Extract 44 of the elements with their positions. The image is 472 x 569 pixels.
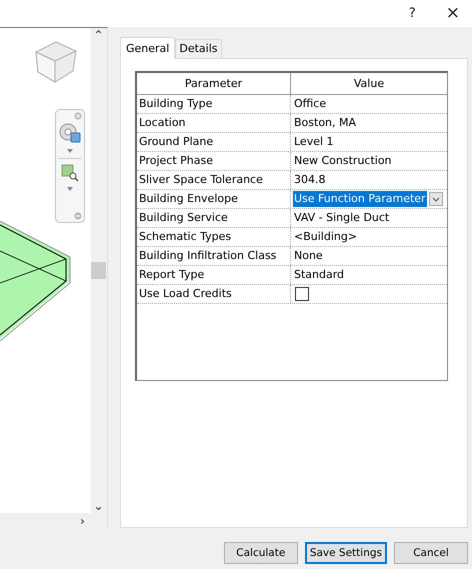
table-cell: Sliver Space Tolerance [137, 171, 291, 189]
close-button[interactable]: × [446, 5, 460, 22]
table-cell: None [293, 248, 324, 264]
table-cell: Office [293, 96, 328, 112]
view-cube-icon[interactable] [33, 39, 79, 85]
table-cell: 304.8 [293, 172, 326, 188]
column-header[interactable]: Parameter [137, 73, 291, 94]
table-cell: Boston, MA [293, 115, 358, 131]
scroll-up-button[interactable]: ⌃ [93, 28, 104, 42]
dialog-button[interactable]: Calculate [224, 542, 298, 564]
dialog-button[interactable]: Cancel [394, 542, 468, 564]
steering-wheel-icon[interactable] [58, 122, 82, 144]
scroll-down-button[interactable]: ⌄ [93, 499, 104, 513]
table-cell: Building Envelope [137, 190, 291, 208]
table-cell: New Construction [293, 153, 393, 169]
checkbox[interactable] [295, 287, 309, 301]
dropdown-value[interactable]: Use Function Parameter [293, 191, 427, 207]
table-cell: Building Service [137, 209, 291, 227]
dialog-button[interactable]: Save Settings [304, 542, 387, 564]
scrollbar-thumb[interactable] [91, 262, 106, 279]
table-cell: Use Load Credits [137, 285, 291, 303]
zoom-icon[interactable] [61, 164, 79, 182]
3d-viewport[interactable]: ⌃ ⌄ › [0, 27, 108, 529]
tab[interactable]: General [120, 37, 176, 59]
table-cell: Level 1 [293, 134, 335, 150]
scroll-right-button[interactable]: › [80, 514, 85, 528]
column-header[interactable]: Value [291, 73, 447, 94]
table-cell: <Building> [293, 229, 358, 245]
minimize-icon[interactable] [74, 212, 82, 220]
table-cell: Building Type [137, 95, 291, 113]
close-icon[interactable] [74, 112, 82, 120]
dropdown-arrow-icon[interactable] [67, 187, 73, 191]
table-cell: Project Phase [137, 152, 291, 170]
table-cell: Building Infiltration Class [137, 247, 291, 265]
table-cell: VAV - Single Duct [293, 210, 390, 226]
table-cell: Report Type [137, 266, 291, 284]
help-button[interactable]: ? [408, 7, 416, 20]
table-cell: Ground Plane [137, 133, 291, 151]
table-cell: Schematic Types [137, 228, 291, 246]
tab[interactable]: Details [175, 39, 222, 58]
table-cell: Standard [293, 267, 346, 283]
table-cell: Location [137, 114, 291, 132]
dropdown-button[interactable] [429, 192, 443, 206]
dropdown-arrow-icon[interactable] [67, 149, 73, 153]
